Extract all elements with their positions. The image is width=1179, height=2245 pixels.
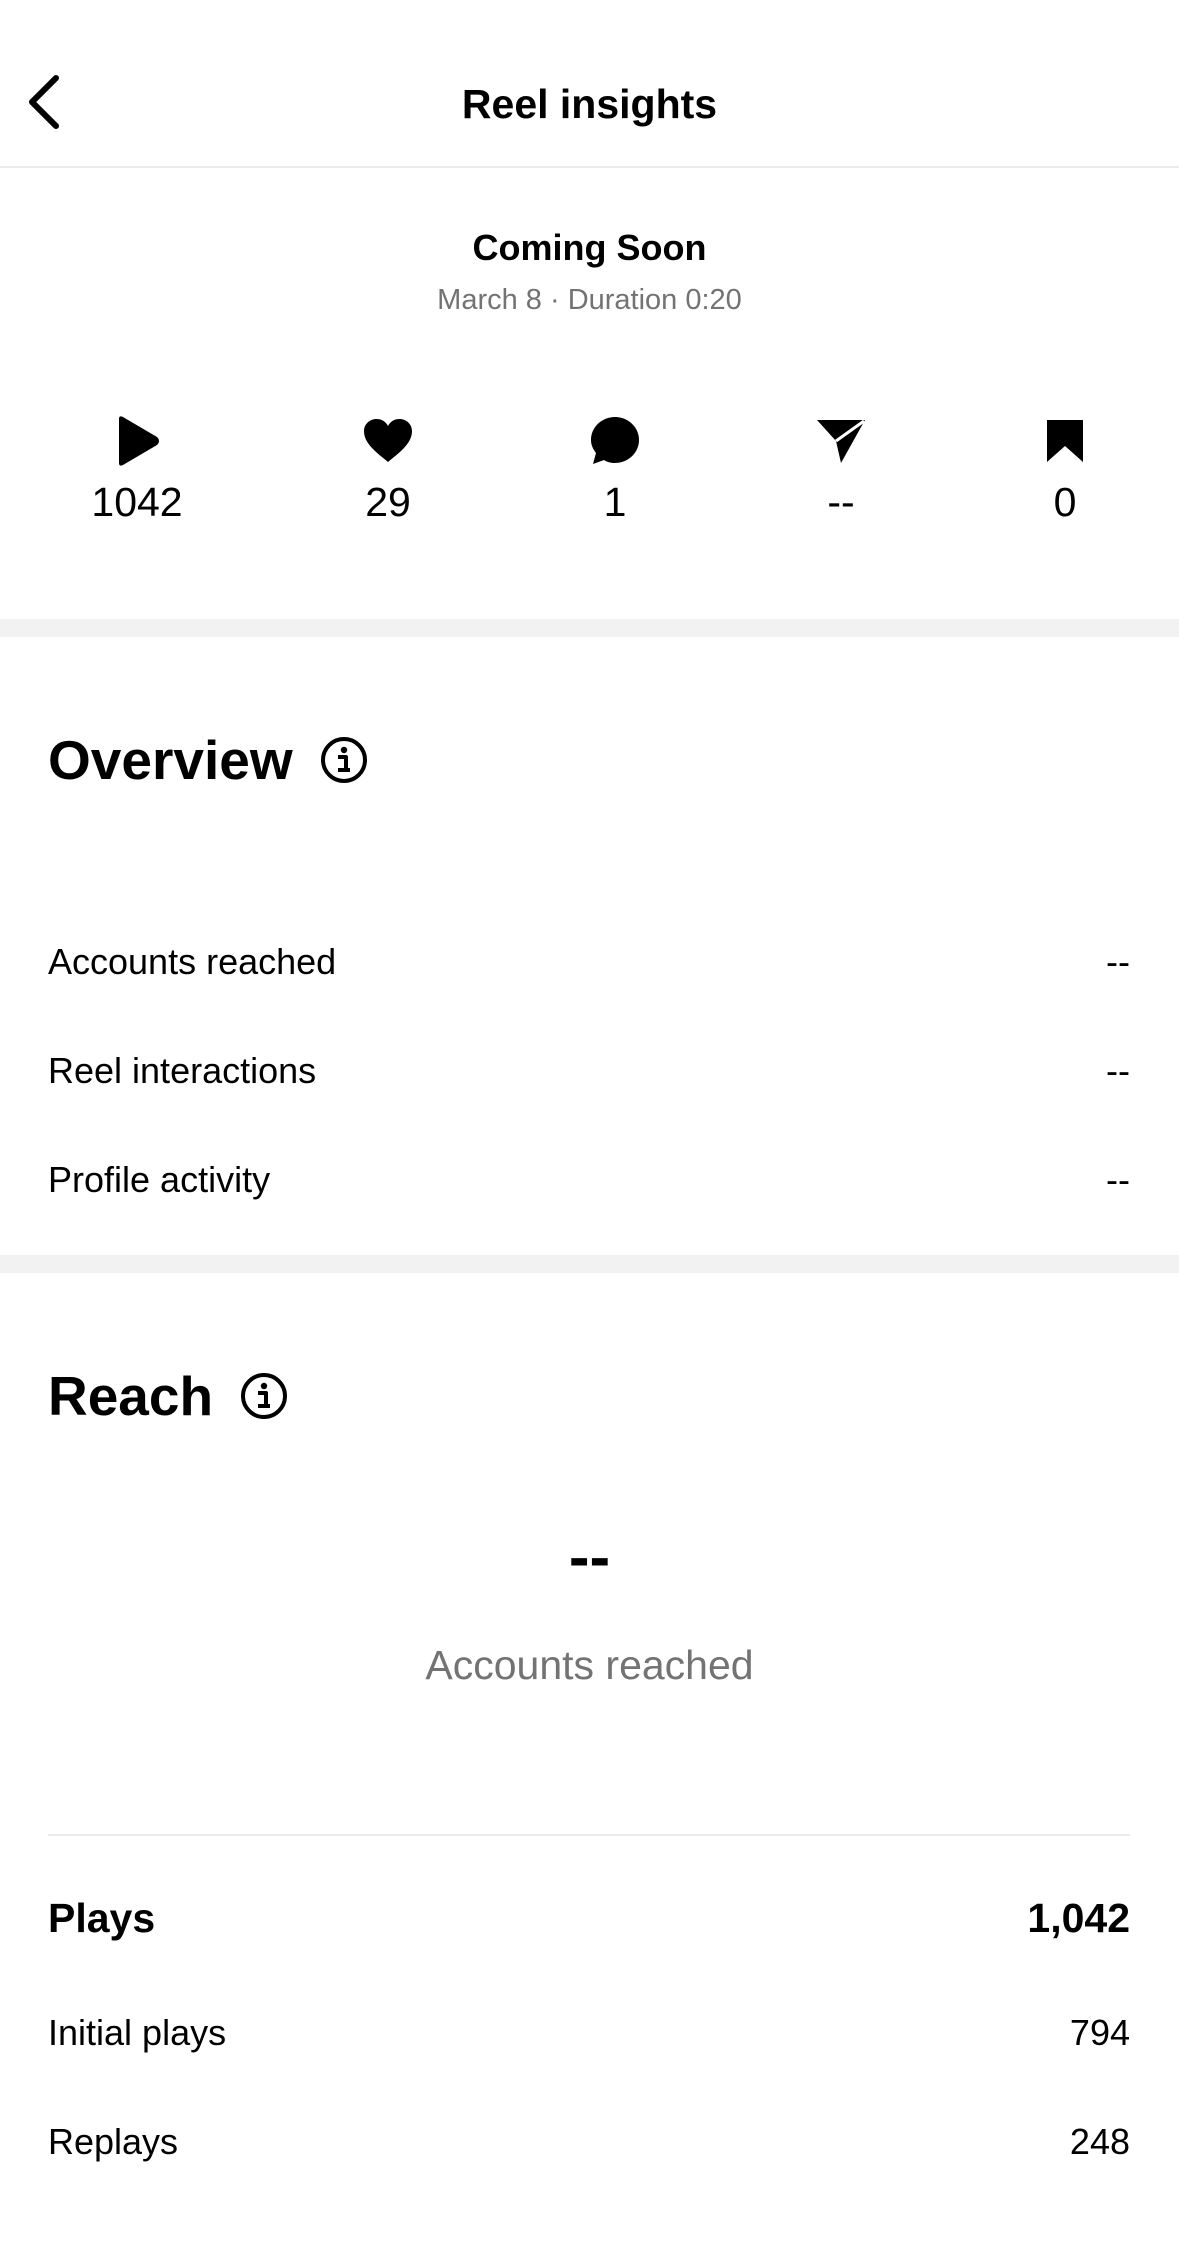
- stat-comments: 1: [515, 410, 715, 530]
- section-divider: [0, 1255, 1179, 1273]
- reach-label: Accounts reached: [425, 1642, 754, 1688]
- info-icon[interactable]: [239, 1371, 289, 1421]
- bookmark-icon: [1047, 420, 1083, 462]
- row-label: Initial plays: [48, 2012, 227, 2053]
- row-value: 794: [1069, 2012, 1130, 2053]
- row-label: Profile activity: [48, 1159, 271, 1200]
- reach-title: Reach: [48, 1365, 214, 1427]
- reel-title: Coming Soon: [472, 227, 707, 268]
- play-icon: [119, 416, 159, 466]
- plays-label: Plays: [48, 1895, 156, 1941]
- comments-count: 1: [603, 479, 627, 525]
- row-value: --: [1106, 1050, 1130, 1091]
- overview-row-accounts-reached[interactable]: Accounts reached --: [48, 938, 1130, 986]
- initial-plays-row: Initial plays 794: [48, 2009, 1130, 2057]
- shares-count: --: [827, 479, 855, 525]
- share-icon: [817, 419, 865, 463]
- stat-plays: 1042: [37, 410, 237, 530]
- stat-saves: 0: [965, 410, 1165, 530]
- row-value: --: [1106, 1159, 1130, 1200]
- divider-line: [48, 1834, 1130, 1836]
- plays-row: Plays 1,042: [48, 1894, 1130, 1942]
- overview-row-profile-activity[interactable]: Profile activity --: [48, 1156, 1130, 1204]
- row-value: --: [1106, 941, 1130, 982]
- heart-icon: [364, 419, 412, 462]
- stat-likes: 29: [288, 410, 488, 530]
- reach-heading: Reach: [48, 1364, 289, 1428]
- reach-value: --: [568, 1523, 611, 1592]
- saves-count: 0: [1053, 479, 1077, 525]
- reel-meta: March 8 · Duration 0:20: [437, 284, 742, 316]
- section-divider: [0, 619, 1179, 637]
- row-label: Reel interactions: [48, 1050, 317, 1091]
- row-value: 248: [1069, 2121, 1130, 2162]
- overview-title: Overview: [48, 729, 293, 791]
- plays-count: 1042: [91, 479, 183, 525]
- row-label: Accounts reached: [48, 941, 337, 982]
- reel-stats: 1042 29 1 -- 0: [0, 410, 1179, 530]
- overview-heading: Overview: [48, 728, 369, 792]
- top-bar: Reel insights: [0, 0, 1179, 168]
- plays-total: 1,042: [1027, 1895, 1130, 1941]
- likes-count: 29: [365, 479, 411, 525]
- info-icon[interactable]: [319, 735, 369, 785]
- replays-row: Replays 248: [48, 2118, 1130, 2166]
- page-title: Reel insights: [461, 81, 718, 127]
- row-label: Replays: [48, 2121, 179, 2162]
- overview-row-reel-interactions[interactable]: Reel interactions --: [48, 1047, 1130, 1095]
- stat-shares: --: [741, 410, 941, 530]
- comment-icon: [591, 417, 639, 464]
